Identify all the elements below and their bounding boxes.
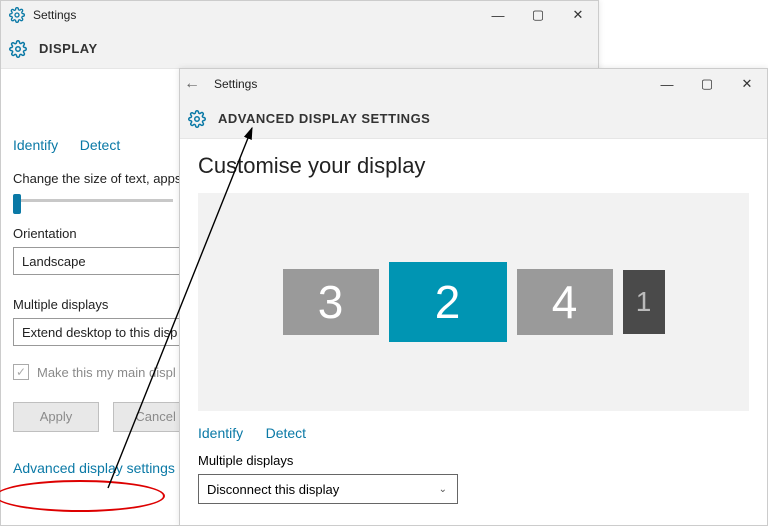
header: ADVANCED DISPLAY SETTINGS	[180, 99, 767, 139]
slider-track	[13, 199, 173, 202]
maximize-button[interactable]: ▢	[518, 1, 558, 29]
window-controls: — ▢ ✕	[478, 1, 598, 29]
window-title: Settings	[33, 8, 478, 22]
monitor-3[interactable]: 3	[283, 269, 379, 335]
minimize-button[interactable]: —	[478, 1, 518, 29]
main-display-checkbox[interactable]: ✓	[13, 364, 29, 380]
close-button[interactable]: ✕	[558, 1, 598, 29]
identify-link[interactable]: Identify	[13, 137, 58, 153]
display-arrangement[interactable]: 3 2 4 1	[198, 193, 749, 411]
detect-link[interactable]: Detect	[80, 137, 120, 153]
header: DISPLAY	[1, 29, 598, 69]
back-arrow-icon[interactable]: ←	[180, 75, 204, 93]
customise-heading: Customise your display	[198, 153, 749, 179]
orientation-value: Landscape	[22, 254, 86, 269]
display-links: Identify Detect	[198, 425, 749, 443]
monitor-2[interactable]: 2	[389, 262, 507, 342]
minimize-button[interactable]: —	[647, 69, 687, 99]
gear-icon	[188, 110, 206, 128]
advanced-display-settings-link[interactable]: Advanced display settings	[13, 460, 175, 476]
page-title: ADVANCED DISPLAY SETTINGS	[218, 111, 430, 126]
close-button[interactable]: ✕	[727, 69, 767, 99]
multiple-displays-value: Disconnect this display	[207, 482, 339, 497]
slider-thumb[interactable]	[13, 194, 21, 214]
multiple-displays-select[interactable]: Disconnect this display ⌄	[198, 474, 458, 504]
multiple-displays-value: Extend desktop to this disp	[22, 325, 177, 340]
titlebar: ← Settings — ▢ ✕	[180, 69, 767, 99]
monitor-1[interactable]: 1	[623, 270, 665, 334]
gear-icon	[9, 40, 27, 58]
page-title: DISPLAY	[39, 41, 98, 56]
body: Customise your display 3 2 4 1 Identify …	[180, 139, 767, 504]
monitor-4[interactable]: 4	[517, 269, 613, 335]
titlebar: Settings — ▢ ✕	[1, 1, 598, 29]
window-controls: — ▢ ✕	[647, 69, 767, 99]
settings-window-advanced: ← Settings — ▢ ✕ ADVANCED DISPLAY SETTIN…	[179, 68, 768, 526]
gear-icon	[9, 7, 25, 23]
chevron-down-icon: ⌄	[439, 484, 447, 495]
identify-link[interactable]: Identify	[198, 425, 243, 441]
window-title: Settings	[214, 77, 647, 91]
apply-button[interactable]: Apply	[13, 402, 99, 432]
main-display-label: Make this my main displ	[37, 365, 176, 380]
scale-slider[interactable]	[13, 192, 173, 208]
detect-link[interactable]: Detect	[266, 425, 306, 441]
multiple-displays-label: Multiple displays	[198, 453, 749, 468]
maximize-button[interactable]: ▢	[687, 69, 727, 99]
